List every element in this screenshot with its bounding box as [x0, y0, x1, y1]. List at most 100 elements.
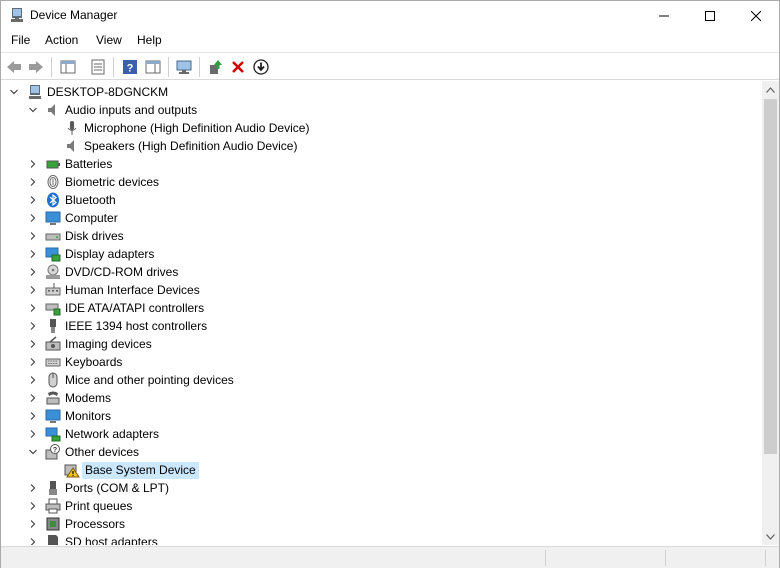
scan-hardware-icon [176, 60, 192, 74]
maximize-button[interactable] [687, 1, 733, 30]
chevron-right-icon[interactable] [28, 303, 38, 313]
menu-file[interactable]: File [9, 33, 32, 47]
tree-item-processors[interactable]: Processors [1, 515, 762, 533]
tree-item-bluetooth[interactable]: Bluetooth [1, 191, 762, 209]
scroll-down-button[interactable] [762, 528, 779, 545]
tree-item-audio[interactable]: Audio inputs and outputs [1, 101, 762, 119]
chevron-down-icon[interactable] [28, 105, 38, 115]
scrollbar-thumb[interactable] [764, 99, 777, 454]
battery-icon [45, 156, 61, 172]
svg-text:?: ? [127, 63, 134, 75]
chevron-right-icon[interactable] [28, 213, 38, 223]
tree-item-print-queues[interactable]: Print queues [1, 497, 762, 515]
tree-item-mice[interactable]: Mice and other pointing devices [1, 371, 762, 389]
action-pane-button[interactable] [143, 57, 163, 77]
monitor-icon [45, 408, 61, 424]
properties-icon [91, 59, 105, 75]
chevron-right-icon[interactable] [28, 285, 38, 295]
close-button[interactable] [733, 1, 779, 30]
chevron-right-icon[interactable] [28, 537, 38, 545]
device-manager-app-icon [9, 7, 25, 23]
chevron-right-icon[interactable] [28, 339, 38, 349]
dvd-drive-icon [45, 264, 61, 280]
chevron-right-icon[interactable] [28, 375, 38, 385]
tree-item-sd-host-adapters[interactable]: SD host adapters [1, 533, 762, 545]
tree-item-label: Modems [65, 391, 112, 405]
tree-item-label-selected: Base System Device [82, 462, 199, 479]
tree-item-other-devices[interactable]: ? Other devices [1, 443, 762, 461]
title-bar[interactable]: Device Manager [1, 1, 779, 30]
forward-button[interactable] [26, 57, 46, 77]
tree-item-biometric[interactable]: Biometric devices [1, 173, 762, 191]
help-button[interactable]: ? [120, 57, 140, 77]
tree-item-ide-ata[interactable]: IDE ATA/ATAPI controllers [1, 299, 762, 317]
tree-item-hid[interactable]: Human Interface Devices [1, 281, 762, 299]
show-hide-tree-icon [60, 60, 76, 74]
scroll-up-icon [766, 86, 775, 93]
bluetooth-icon [45, 192, 61, 208]
warning-icon [64, 462, 80, 478]
menu-view[interactable]: View [94, 33, 124, 47]
chevron-right-icon[interactable] [28, 501, 38, 511]
printer-icon [45, 498, 61, 514]
show-hide-tree-button[interactable] [58, 57, 78, 77]
tree-item-batteries[interactable]: Batteries [1, 155, 762, 173]
tree-item-microphone[interactable]: Microphone (High Definition Audio Device… [1, 119, 762, 137]
properties-button[interactable] [88, 57, 108, 77]
back-arrow-icon [7, 61, 21, 73]
microphone-icon [64, 120, 80, 136]
tree-root-row[interactable]: DESKTOP-8DGNCKM [1, 83, 762, 101]
chevron-right-icon[interactable] [28, 357, 38, 367]
uninstall-device-icon [232, 61, 244, 73]
tree-item-speakers[interactable]: Speakers (High Definition Audio Device) [1, 137, 762, 155]
tree-item-imaging[interactable]: Imaging devices [1, 335, 762, 353]
toolbar: ? [1, 52, 779, 80]
tree-item-display-adapters[interactable]: Display adapters [1, 245, 762, 263]
chevron-right-icon[interactable] [28, 195, 38, 205]
chevron-right-icon[interactable] [28, 159, 38, 169]
chevron-right-icon[interactable] [28, 177, 38, 187]
tree-item-monitors[interactable]: Monitors [1, 407, 762, 425]
device-tree[interactable]: DESKTOP-8DGNCKM Audio inputs and outputs… [1, 81, 762, 545]
chevron-right-icon[interactable] [28, 231, 38, 241]
disable-device-button[interactable] [251, 57, 271, 77]
tree-item-disk-drives[interactable]: Disk drives [1, 227, 762, 245]
scroll-up-button[interactable] [762, 81, 779, 98]
chevron-down-icon[interactable] [9, 87, 19, 97]
scan-hardware-button[interactable] [174, 57, 194, 77]
menu-help[interactable]: Help [135, 33, 164, 47]
menu-action[interactable]: Action [43, 33, 80, 47]
ide-controller-icon [45, 300, 61, 316]
tree-item-network-adapters[interactable]: Network adapters [1, 425, 762, 443]
vertical-scrollbar[interactable] [762, 81, 779, 545]
chevron-right-icon[interactable] [28, 249, 38, 259]
chevron-right-icon[interactable] [28, 267, 38, 277]
status-cell-main [1, 550, 546, 566]
update-driver-button[interactable] [205, 57, 225, 77]
chevron-down-icon[interactable] [28, 447, 38, 457]
tree-item-keyboards[interactable]: Keyboards [1, 353, 762, 371]
tree-item-label: Bluetooth [65, 193, 116, 207]
chevron-right-icon[interactable] [28, 411, 38, 421]
tree-item-dvd-drives[interactable]: DVD/CD-ROM drives [1, 263, 762, 281]
tree-item-computer[interactable]: Computer [1, 209, 762, 227]
status-cell-3 [666, 550, 766, 566]
chevron-right-icon[interactable] [28, 429, 38, 439]
tree-item-label: Audio inputs and outputs [65, 103, 198, 117]
chevron-right-icon[interactable] [28, 321, 38, 331]
chevron-right-icon[interactable] [28, 483, 38, 493]
chevron-right-icon[interactable] [28, 393, 38, 403]
tree-item-modems[interactable]: Modems [1, 389, 762, 407]
tree-item-base-system-device[interactable]: Base System Device [1, 461, 762, 479]
chevron-right-icon[interactable] [28, 519, 38, 529]
toolbar-separator [199, 57, 200, 77]
tree-item-ports[interactable]: Ports (COM & LPT) [1, 479, 762, 497]
uninstall-device-button[interactable] [228, 57, 248, 77]
svg-text:?: ? [53, 447, 57, 454]
minimize-button[interactable] [641, 1, 687, 30]
tree-item-ieee1394[interactable]: IEEE 1394 host controllers [1, 317, 762, 335]
port-connector-icon [45, 480, 61, 496]
back-button[interactable] [4, 57, 24, 77]
maximize-icon [705, 10, 715, 21]
display-adapter-icon [45, 246, 61, 262]
